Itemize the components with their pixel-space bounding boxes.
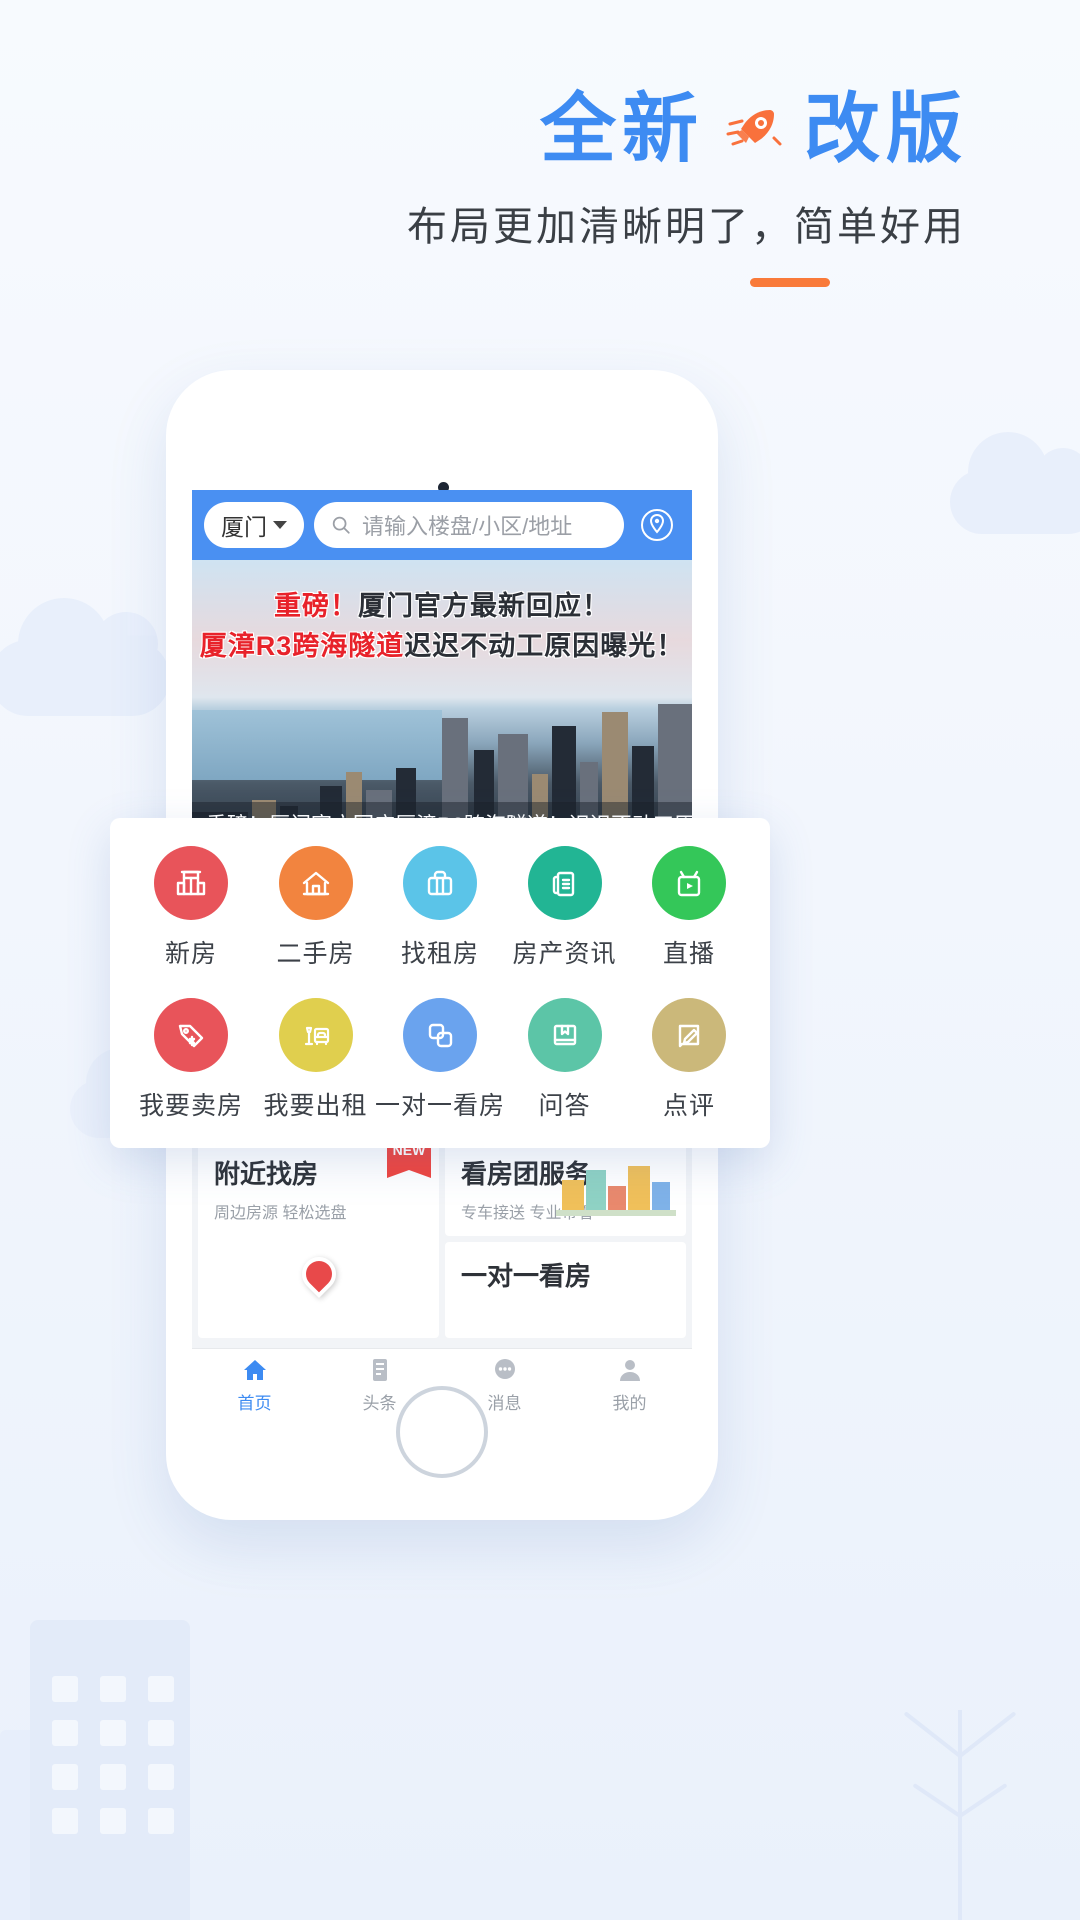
nav-item-rent-out[interactable]: 我要出租 — [257, 998, 375, 1122]
tab-profile[interactable]: 我的 — [567, 1356, 692, 1414]
cloud-decoration-right — [950, 432, 1080, 534]
city-selector[interactable]: 厦门 — [204, 502, 304, 548]
briefcase-icon — [427, 870, 453, 896]
headline-row: 全新 改版 — [0, 92, 1028, 168]
one-on-one-card-title: 一对一看房 — [461, 1261, 592, 1291]
nav-item-qa[interactable]: 问答 — [506, 998, 624, 1122]
headline-text-before: 全新 — [540, 87, 704, 172]
nav-label-review: 点评 — [662, 1092, 715, 1120]
two-squares-icon — [428, 1023, 453, 1048]
chevron-down-icon — [273, 521, 287, 529]
app-search-bar: 厦门 请输入楼盘/小区/地址 — [192, 490, 692, 560]
search-icon — [332, 516, 350, 534]
book-icon — [553, 1024, 576, 1046]
nav-item-one-on-one[interactable]: 一对一看房 — [375, 998, 504, 1122]
tab-message-label: 消息 — [487, 1393, 522, 1413]
home-button[interactable] — [396, 1386, 488, 1478]
nav-item-live[interactable]: 直播 — [630, 846, 748, 970]
nav-item-review[interactable]: 点评 — [630, 998, 748, 1122]
phone-top-hardware — [166, 438, 718, 528]
home-icon — [243, 1359, 266, 1380]
nav-item-sell-house[interactable]: 我要卖房 — [132, 998, 250, 1122]
nav-circle-review — [652, 998, 726, 1072]
banner-headline-line2: 厦漳R3跨海隧道迟迟不动工原因曝光！ — [192, 624, 692, 663]
news-document-icon — [552, 871, 574, 897]
banner-headline-line1: 重磅！厦门官方最新回应！ — [192, 584, 692, 623]
city-illustration-icon — [556, 1166, 676, 1216]
message-icon — [494, 1358, 515, 1379]
secondary-cards-left-column: NEW 附近找房 周边房源 轻松选盘 — [198, 1138, 439, 1338]
nav-circle-news — [527, 846, 602, 920]
review-pen-icon — [678, 1024, 700, 1048]
nav-label-new-house: 新房 — [164, 940, 217, 968]
nav-item-news[interactable]: 房产资讯 — [506, 846, 624, 970]
apartment-building-icon — [176, 870, 206, 896]
nav-label-live: 直播 — [662, 940, 715, 968]
one-on-one-card[interactable]: 一对一看房 — [445, 1242, 686, 1338]
nav-item-rent[interactable]: 找租房 — [381, 846, 499, 970]
nearby-map-preview — [214, 1223, 423, 1324]
nav-circle-sell-house — [154, 998, 228, 1072]
search-input[interactable]: 请输入楼盘/小区/地址 — [314, 502, 624, 548]
nav-item-new-house[interactable]: 新房 — [132, 846, 250, 970]
nav-circle-new-house — [154, 846, 228, 920]
tab-news-label: 头条 — [362, 1393, 397, 1413]
nav-label-qa: 问答 — [538, 1092, 591, 1120]
map-location-icon — [641, 509, 673, 541]
nearby-card-subtitle: 周边房源 轻松选盘 — [214, 1205, 347, 1222]
banner-headline-red-1: 重磅！ — [274, 591, 358, 621]
secondary-cards-area: NEW 附近找房 周边房源 轻松选盘 看房团服务 专车接送 专业带看 一对一看房 — [192, 1130, 692, 1348]
cloud-decoration-left — [0, 598, 170, 716]
tab-home-label: 首页 — [237, 1393, 272, 1413]
bed-lamp-icon — [304, 1026, 329, 1046]
tour-service-card[interactable]: 看房团服务 专车接送 专业带看 — [445, 1140, 686, 1236]
promo-subtitle: 布局更加清晰明了，简单好用 — [407, 205, 966, 249]
nav-label-rent: 找租房 — [400, 940, 479, 968]
banner-headline-red-2: 厦漳R3跨海隧道 — [199, 631, 405, 661]
nav-grid-row-2: 我要卖房 我要出租 一对一看房 问答 点评 — [132, 998, 748, 1122]
building-windows — [52, 1676, 174, 1834]
nav-grid-row-1: 新房 二手房 找租房 房产资讯 直播 — [132, 846, 748, 970]
headline-text-after: 改版 — [804, 87, 968, 172]
news-banner[interactable]: 重磅！厦门官方最新回应！ 厦漳R3跨海隧道迟迟不动工原因曝光！ 重磅！厦门官方回… — [192, 560, 692, 846]
banner-headline-dark-1: 厦门官方最新回应！ — [358, 591, 610, 621]
promo-headline: 全新 改版 布局更加清晰明了，简单好用 — [0, 92, 1080, 287]
house-icon — [302, 871, 329, 896]
tab-home[interactable]: 首页 — [192, 1356, 317, 1414]
tab-profile-label: 我的 — [612, 1393, 647, 1413]
nav-label-news: 房产资讯 — [512, 940, 617, 968]
nav-circle-rent-out — [278, 998, 353, 1072]
nearby-card[interactable]: NEW 附近找房 周边房源 轻松选盘 — [198, 1138, 439, 1338]
rocket-icon — [724, 100, 784, 160]
tree-decoration — [903, 1710, 1017, 1920]
live-video-icon — [677, 870, 701, 897]
nav-label-rent-out: 我要出租 — [263, 1092, 368, 1120]
news-icon — [372, 1358, 387, 1381]
nav-label-one-on-one: 一对一看房 — [375, 1092, 506, 1120]
nav-circle-live — [652, 846, 726, 920]
nav-circle-one-on-one — [403, 998, 477, 1072]
building-decoration-large — [30, 1620, 190, 1920]
headline-underline — [750, 278, 830, 287]
search-placeholder: 请输入楼盘/小区/地址 — [362, 514, 573, 539]
person-icon — [619, 1359, 640, 1381]
map-location-button[interactable] — [634, 508, 680, 542]
city-label: 厦门 — [221, 514, 267, 540]
map-pin-icon — [294, 1249, 343, 1298]
nav-label-second-hand: 二手房 — [276, 940, 355, 968]
nav-grid-card: 新房 二手房 找租房 房产资讯 直播 我要卖房 我要出租 一对一看房 问答 点评 — [110, 818, 770, 1148]
nav-label-sell-house: 我要卖房 — [138, 1092, 243, 1120]
nav-item-second-hand[interactable]: 二手房 — [257, 846, 375, 970]
banner-headline-dark-2: 迟迟不动工原因曝光！ — [404, 631, 685, 661]
secondary-cards-right-column: 看房团服务 专车接送 专业带看 一对一看房 — [445, 1140, 686, 1338]
nav-circle-qa — [527, 998, 602, 1072]
nav-circle-second-hand — [278, 846, 353, 920]
nav-circle-rent — [403, 846, 477, 920]
price-tag-icon — [178, 1024, 204, 1048]
